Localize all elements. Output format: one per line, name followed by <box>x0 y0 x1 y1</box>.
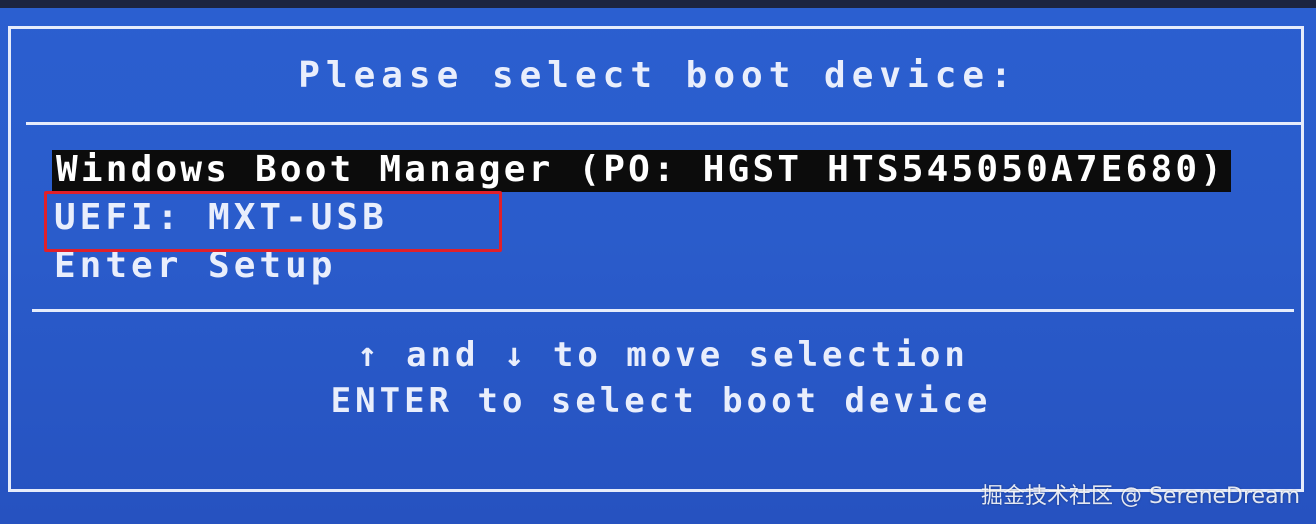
boot-option-enter-setup[interactable]: Enter Setup <box>54 248 336 284</box>
monitor-bezel <box>0 0 1316 8</box>
annotation-highlight-box <box>44 191 502 252</box>
title-divider <box>26 122 1302 125</box>
help-enter-text: ENTER to select boot device <box>330 381 992 421</box>
watermark-text: 掘金技术社区 @ SereneDream <box>980 484 1300 509</box>
help-divider <box>32 309 1294 312</box>
page-title: Please select boot device: <box>298 55 1018 96</box>
boot-option-windows-boot-manager[interactable]: Windows Boot Manager (PO: HGST HTS545050… <box>52 150 1232 192</box>
bios-boot-screen: Please select boot device: Windows Boot … <box>0 0 1316 524</box>
help-navigation-text: ↑ and ↓ to move selection <box>357 335 969 375</box>
